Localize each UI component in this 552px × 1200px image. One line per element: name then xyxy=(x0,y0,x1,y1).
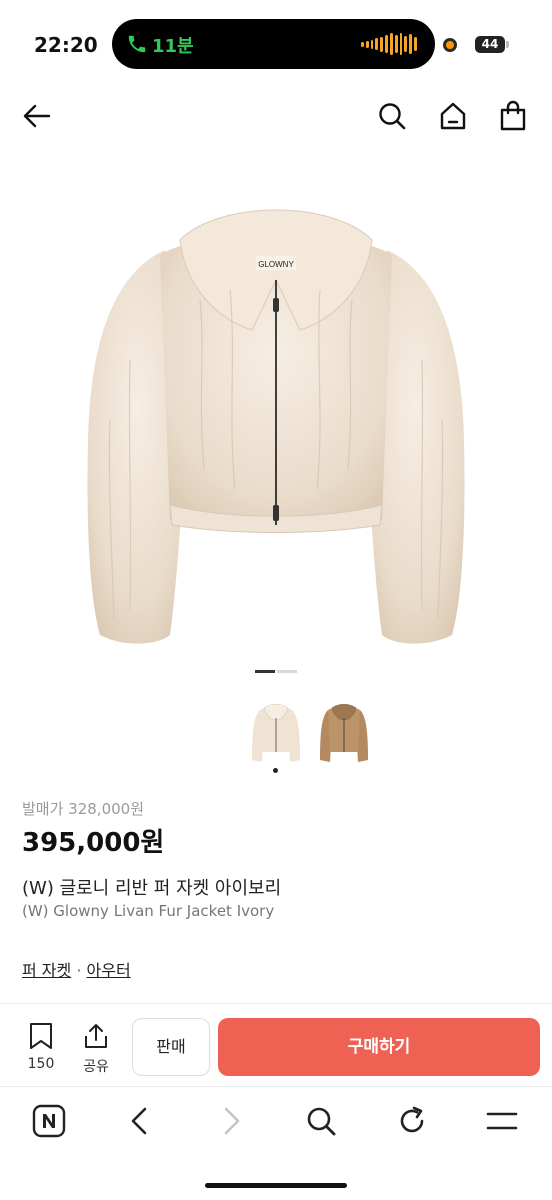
battery-tip xyxy=(506,41,509,48)
pager-indicator xyxy=(277,670,297,673)
release-price: 발매가 328,000원 xyxy=(22,800,144,818)
product-image[interactable]: GLOWNY xyxy=(70,180,482,650)
search-icon[interactable] xyxy=(376,100,408,132)
back-arrow-icon[interactable] xyxy=(21,100,53,132)
purchase-action-bar: 150 공유 판매 구매하기 xyxy=(0,1003,552,1087)
status-time: 22:20 xyxy=(34,33,98,57)
pager-indicator-active xyxy=(255,670,275,673)
selected-thumbnail-dot xyxy=(273,768,278,773)
search-icon[interactable] xyxy=(304,1104,338,1138)
share-label: 공유 xyxy=(83,1059,109,1075)
back-chevron-icon[interactable] xyxy=(123,1104,157,1138)
brand-label: GLOWNY xyxy=(258,260,294,269)
browser-toolbar xyxy=(0,1088,552,1158)
bookmark-button[interactable]: 150 xyxy=(19,1022,63,1078)
bookmark-icon xyxy=(30,1023,52,1049)
current-price: 395,000원 xyxy=(22,828,165,858)
shopping-bag-icon[interactable] xyxy=(497,100,529,132)
home-indicator[interactable] xyxy=(205,1183,347,1188)
phone-icon xyxy=(128,35,146,53)
forward-chevron-icon[interactable] xyxy=(214,1104,248,1138)
category-link-outer[interactable]: 아우터 xyxy=(87,961,131,980)
image-pager xyxy=(0,670,552,674)
product-title-korean: (W) 글로니 리반 퍼 자켓 아이보리 xyxy=(22,878,282,899)
recording-indicator-icon xyxy=(443,38,457,52)
product-title-english: (W) Glowny Livan Fur Jacket Ivory xyxy=(22,902,275,920)
naver-n-icon[interactable] xyxy=(32,1104,66,1138)
home-icon[interactable] xyxy=(437,100,469,132)
sell-button[interactable]: 판매 xyxy=(132,1018,210,1076)
category-breadcrumb: 퍼 자켓 · 아우터 xyxy=(22,957,131,981)
thumbnail-brown[interactable] xyxy=(314,700,374,770)
share-icon xyxy=(85,1024,107,1048)
category-link-fur-jacket[interactable]: 퍼 자켓 xyxy=(22,961,71,980)
buy-button[interactable]: 구매하기 xyxy=(218,1018,540,1076)
menu-icon[interactable] xyxy=(485,1104,519,1138)
status-bar: 22:20 11분 44 xyxy=(0,0,552,90)
share-button[interactable]: 공유 xyxy=(74,1022,118,1078)
dynamic-island[interactable]: 11분 xyxy=(112,19,435,69)
category-separator: · xyxy=(76,961,82,980)
thumbnail-ivory[interactable] xyxy=(246,700,306,770)
reload-icon[interactable] xyxy=(395,1104,429,1138)
audio-wave-icon xyxy=(361,32,417,56)
top-nav xyxy=(0,90,552,142)
bookmark-count: 150 xyxy=(27,1056,55,1072)
battery-icon: 44 xyxy=(475,36,505,53)
call-duration: 11분 xyxy=(152,36,194,57)
